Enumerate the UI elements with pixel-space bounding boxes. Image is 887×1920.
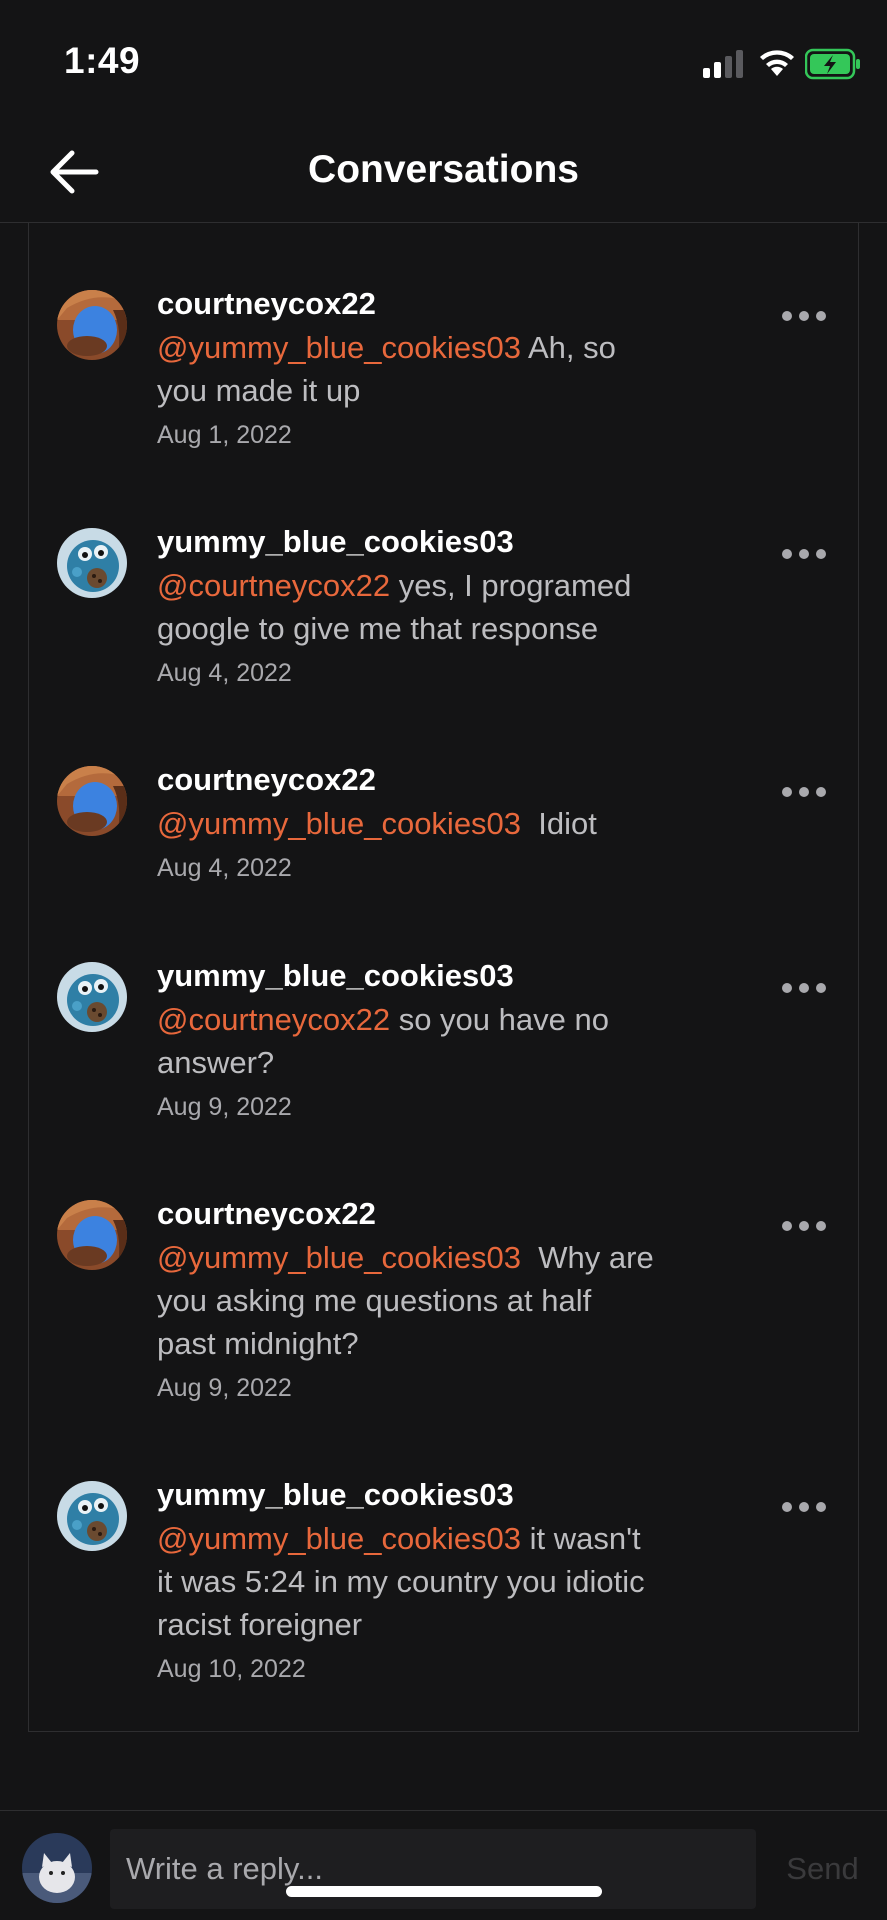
wifi-icon bbox=[760, 50, 794, 76]
mention-link[interactable]: @yummy_blue_cookies03 bbox=[157, 1240, 521, 1275]
comment-username[interactable]: yummy_blue_cookies03 bbox=[157, 522, 657, 562]
comment-text: @courtneycox22 so you have no answer? bbox=[157, 998, 657, 1084]
header: Conversations bbox=[0, 120, 887, 223]
cellular-signal-icon bbox=[703, 50, 743, 78]
avatar[interactable] bbox=[57, 962, 127, 1032]
comment-text: @yummy_blue_cookies03 Idiot bbox=[157, 802, 657, 845]
comment-date: Aug 9, 2022 bbox=[157, 1093, 292, 1121]
mention-link[interactable]: @yummy_blue_cookies03 bbox=[157, 806, 521, 841]
more-options-icon[interactable] bbox=[781, 548, 827, 560]
more-options-icon[interactable] bbox=[781, 310, 827, 322]
avatar[interactable] bbox=[57, 528, 127, 598]
comment-username[interactable]: yummy_blue_cookies03 bbox=[157, 956, 657, 996]
status-bar: 1:49 bbox=[0, 0, 887, 120]
comment-message: Idiot bbox=[521, 806, 597, 841]
more-options-icon[interactable] bbox=[781, 786, 827, 798]
comment-date: Aug 1, 2022 bbox=[157, 421, 292, 449]
comment-body: courtneycox22 @yummy_blue_cookies03 Why … bbox=[157, 1194, 657, 1405]
reply-bar: Send bbox=[0, 1810, 887, 1920]
avatar[interactable] bbox=[57, 1481, 127, 1551]
send-button[interactable]: Send bbox=[770, 1851, 875, 1887]
more-options-icon[interactable] bbox=[781, 1220, 827, 1232]
comment-username[interactable]: courtneycox22 bbox=[157, 1194, 657, 1234]
avatar[interactable] bbox=[22, 1833, 92, 1903]
comment-username[interactable]: yummy_blue_cookies03 bbox=[157, 1475, 657, 1515]
home-indicator[interactable] bbox=[286, 1886, 602, 1897]
comment-body: courtneycox22 @yummy_blue_cookies03 Ah, … bbox=[157, 284, 657, 452]
reply-input[interactable] bbox=[110, 1829, 756, 1909]
comment-date: Aug 4, 2022 bbox=[157, 659, 292, 687]
comment-date: Aug 4, 2022 bbox=[157, 854, 292, 882]
avatar[interactable] bbox=[57, 766, 127, 836]
conversation-thread: courtneycox22 @yummy_blue_cookies03 Ah, … bbox=[28, 222, 859, 1732]
mention-link[interactable]: @courtneycox22 bbox=[157, 568, 390, 603]
comment-body: yummy_blue_cookies03 @courtneycox22 yes,… bbox=[157, 522, 657, 690]
page-title: Conversations bbox=[308, 148, 579, 191]
more-options-icon[interactable] bbox=[781, 1501, 827, 1513]
mention-link[interactable]: @yummy_blue_cookies03 bbox=[157, 1521, 521, 1556]
mention-link[interactable]: @yummy_blue_cookies03 bbox=[157, 330, 521, 365]
comment-username[interactable]: courtneycox22 bbox=[157, 760, 657, 800]
comment-text: @yummy_blue_cookies03 it wasn't it was 5… bbox=[157, 1517, 657, 1646]
comment-date: Aug 9, 2022 bbox=[157, 1374, 292, 1402]
status-time: 1:49 bbox=[64, 40, 141, 81]
comment-username[interactable]: courtneycox22 bbox=[157, 284, 657, 324]
more-options-icon[interactable] bbox=[781, 982, 827, 994]
comment-body: courtneycox22 @yummy_blue_cookies03 Idio… bbox=[157, 760, 657, 885]
comment-body: yummy_blue_cookies03 @courtneycox22 so y… bbox=[157, 956, 657, 1124]
avatar[interactable] bbox=[57, 1200, 127, 1270]
mention-link[interactable]: @courtneycox22 bbox=[157, 1002, 390, 1037]
comment-text: @yummy_blue_cookies03 Why are you asking… bbox=[157, 1236, 657, 1365]
battery-charging-icon bbox=[805, 48, 860, 80]
comment-body: yummy_blue_cookies03 @yummy_blue_cookies… bbox=[157, 1475, 657, 1686]
comment-text: @yummy_blue_cookies03 Ah, so you made it… bbox=[157, 326, 657, 412]
comment-text: @courtneycox22 yes, I programed google t… bbox=[157, 564, 657, 650]
comment-date: Aug 10, 2022 bbox=[157, 1655, 306, 1683]
avatar[interactable] bbox=[57, 290, 127, 360]
